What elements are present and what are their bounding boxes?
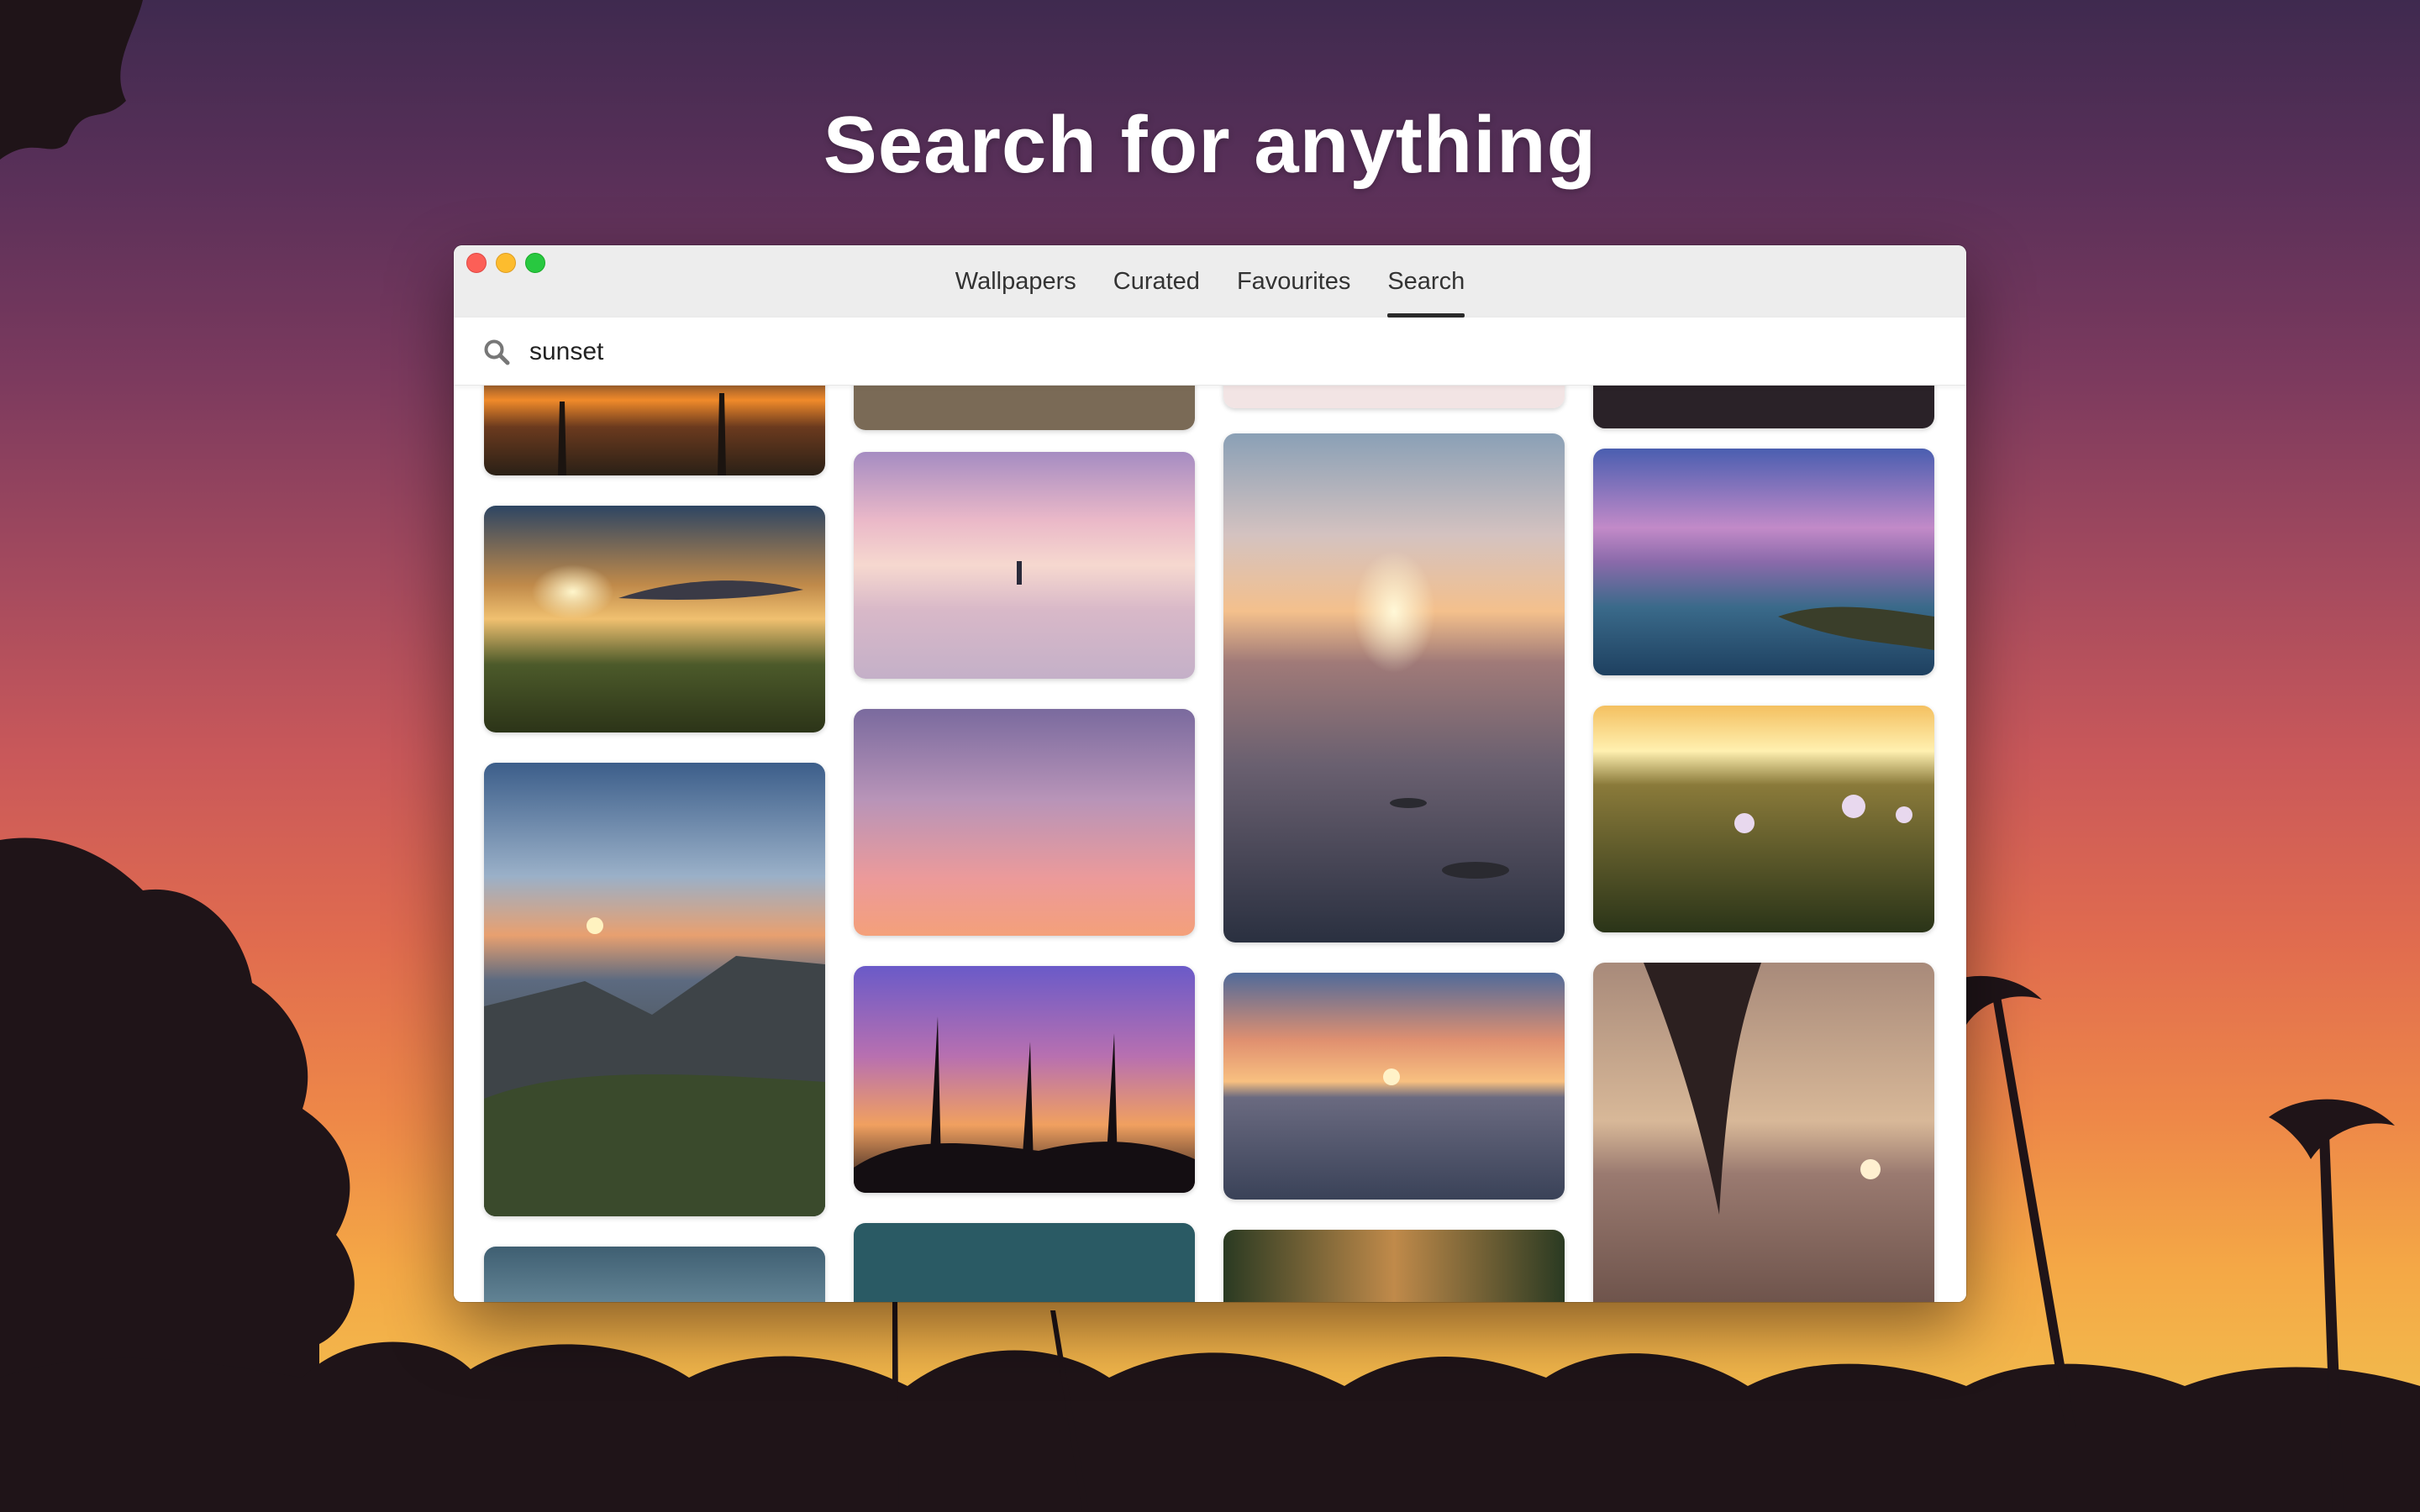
result-tile-beach-sun[interactable] [1223, 433, 1565, 942]
tab-search[interactable]: Search [1369, 245, 1483, 318]
result-tile-ocean-sunset[interactable] [1223, 973, 1565, 1200]
beach-pink-image [854, 452, 1195, 679]
result-tile-field-sunrise[interactable] [484, 506, 825, 732]
page-headline: Search for anything [823, 100, 1597, 190]
result-tile-dark-water[interactable] [1593, 385, 1934, 428]
result-tile-beach-pink[interactable] [854, 452, 1195, 679]
result-tile-flowers-sunset[interactable] [1593, 706, 1934, 932]
desert-sunset-image [484, 385, 825, 475]
result-tile-desert-sunset[interactable] [484, 385, 825, 475]
mountain-flowers-image [484, 763, 825, 1216]
tab-bar: Wallpapers Curated Favourites Search [454, 245, 1966, 318]
flowers-sunset-image [1593, 706, 1934, 932]
result-tile-forest[interactable] [1223, 1230, 1565, 1302]
app-window: Wallpapers Curated Favourites Search [454, 245, 1966, 1302]
beach-sun-image [1223, 433, 1565, 942]
result-tile-pale-strip[interactable] [1223, 385, 1565, 408]
result-tile-teal-sky[interactable] [854, 1223, 1195, 1302]
tab-wallpapers[interactable]: Wallpapers [937, 245, 1095, 318]
search-bar [454, 318, 1966, 386]
sand-image [854, 385, 1195, 430]
result-tile-sand[interactable] [854, 385, 1195, 430]
ocean-sunset-image [1223, 973, 1565, 1200]
tab-favourites[interactable]: Favourites [1218, 245, 1369, 318]
search-input[interactable] [528, 331, 1918, 373]
grass-silhouette-image [854, 966, 1195, 1193]
result-tile-grass-silhouette[interactable] [854, 966, 1195, 1193]
titlebar: Wallpapers Curated Favourites Search [454, 245, 1966, 318]
tab-curated[interactable]: Curated [1095, 245, 1218, 318]
magnifier-icon [484, 339, 510, 365]
rocky-coast-image [1593, 449, 1934, 675]
results-grid [454, 385, 1966, 1302]
result-tile-palm-sea[interactable] [1593, 963, 1934, 1302]
pale-strip-image [1223, 385, 1565, 408]
result-tile-mountain-flowers[interactable] [484, 763, 825, 1216]
palm-sea-image [1593, 963, 1934, 1302]
dark-water-image [1593, 385, 1934, 428]
field-sunrise-image [484, 506, 825, 732]
forest-image [1223, 1230, 1565, 1302]
result-tile-pastel-sky[interactable] [854, 709, 1195, 936]
result-tile-rocky-coast[interactable] [1593, 449, 1934, 675]
teal-sky-image [854, 1223, 1195, 1302]
blue-sky-image [484, 1247, 825, 1302]
pastel-sky-image [854, 709, 1195, 936]
result-tile-blue-sky[interactable] [484, 1247, 825, 1302]
